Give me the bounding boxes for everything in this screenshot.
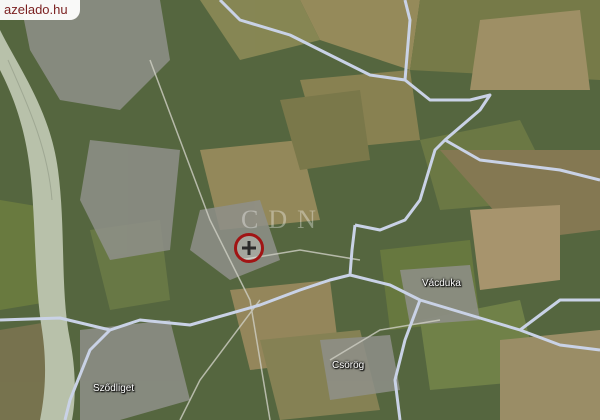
place-label-vacduka: Vácduka <box>422 278 461 289</box>
place-label-csorog: Csörög <box>332 360 365 371</box>
watermark-text: CDN <box>241 205 326 234</box>
crosshair-icon <box>242 241 256 255</box>
satellite-map[interactable]: azelado.hu CDN Vácduka Csörög Sződliget <box>0 0 600 420</box>
place-label-szodliget: Sződliget <box>93 383 135 394</box>
site-badge[interactable]: azelado.hu <box>0 0 80 20</box>
location-marker[interactable] <box>234 233 264 263</box>
